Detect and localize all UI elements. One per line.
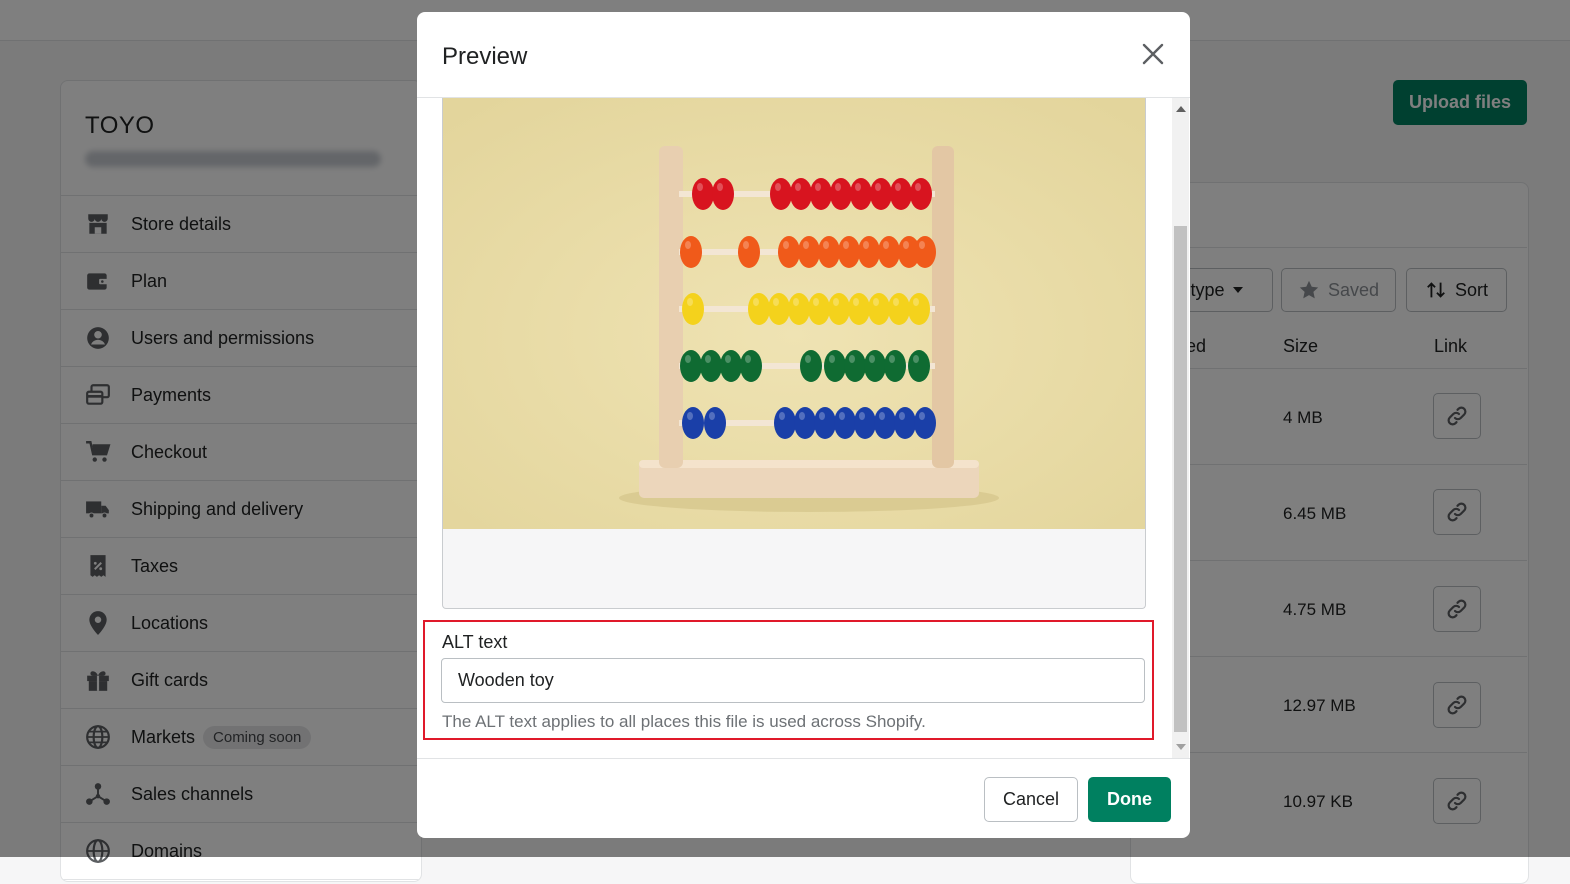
image-preview-frame (442, 98, 1146, 609)
modal-scrollbar[interactable] (1172, 98, 1189, 758)
modal-title: Preview (442, 43, 528, 70)
abacus-image (443, 98, 1145, 529)
close-icon (1142, 43, 1164, 65)
alt-text-help: The ALT text applies to all places this … (442, 712, 926, 731)
image-preview (443, 98, 1145, 529)
alt-text-label: ALT text (442, 632, 508, 652)
scrollbar-thumb[interactable] (1174, 226, 1187, 732)
modal-body: ALT text The ALT text applies to all pla… (417, 98, 1190, 758)
close-button[interactable] (1137, 38, 1169, 70)
scroll-down-arrow-icon[interactable] (1176, 744, 1186, 750)
modal-footer: Cancel Done (417, 758, 1190, 838)
cancel-button[interactable]: Cancel (984, 777, 1078, 822)
scroll-up-arrow-icon[interactable] (1176, 106, 1186, 112)
modal-header: Preview (417, 12, 1190, 98)
done-button[interactable]: Done (1088, 777, 1171, 822)
alt-text-input[interactable] (441, 658, 1145, 703)
preview-modal: Preview ALT text Wooden toy The ALT text… (417, 12, 1190, 838)
